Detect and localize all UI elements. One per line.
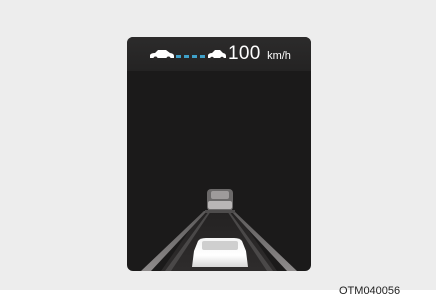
lead-vehicle xyxy=(205,189,235,213)
car-side-icon xyxy=(150,50,174,61)
distance-bars-icon xyxy=(176,55,205,58)
set-speed-unit: km/h xyxy=(267,50,291,62)
figure-caption: OTM040056 xyxy=(339,285,401,297)
smart-cruise-status-bar: 100 km/h xyxy=(127,37,311,71)
set-speed-value: 100 xyxy=(228,43,261,64)
set-speed-readout: 100 km/h xyxy=(228,43,291,65)
lead-car-side-icon xyxy=(208,50,226,61)
own-vehicle-icon xyxy=(192,238,248,267)
instrument-cluster-display: 100 km/h xyxy=(127,37,311,271)
